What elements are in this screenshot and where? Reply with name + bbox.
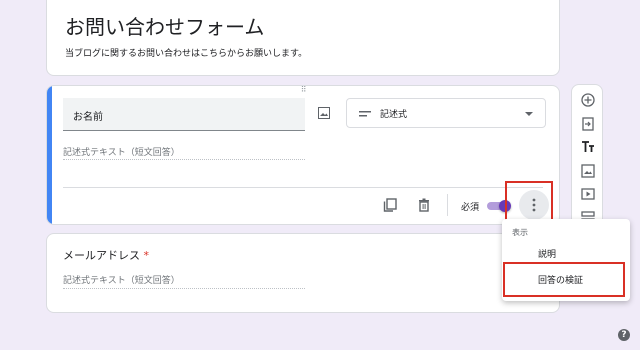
answer-placeholder: 記述式テキスト（短文回答） — [63, 273, 305, 289]
question-type-label: 記述式 — [380, 110, 408, 120]
side-toolbar — [571, 84, 603, 234]
more-button-highlight — [505, 181, 553, 224]
menu-item-description[interactable]: 説明 — [502, 243, 630, 263]
add-image-icon[interactable] — [581, 164, 595, 178]
question-type-select[interactable]: 記述式 — [346, 98, 546, 128]
required-label: 必須 — [461, 203, 480, 213]
footer-separator — [447, 194, 448, 216]
chevron-down-icon — [525, 112, 533, 116]
answer-placeholder: 記述式テキスト（短文回答） — [63, 142, 305, 160]
question-title-text: メールアドレス — [63, 249, 140, 262]
add-question-icon[interactable] — [581, 93, 595, 107]
form-header-card: お問い合わせフォーム 当ブログに関するお問い合わせはこちらからお願いします。 — [46, 0, 560, 76]
short-answer-icon — [359, 111, 371, 117]
question-card-email[interactable]: メールアドレス * 記述式テキスト（短文回答） — [46, 233, 560, 313]
validation-highlight — [503, 262, 625, 297]
required-asterisk: * — [143, 249, 150, 262]
drag-handle-icon[interactable]: ⠿ — [297, 86, 311, 94]
footer-divider — [63, 187, 543, 188]
form-title[interactable]: お問い合わせフォーム — [65, 11, 264, 40]
delete-icon[interactable] — [417, 198, 431, 212]
form-description[interactable]: 当ブログに関するお問い合わせはこちらからお願いします。 — [65, 46, 307, 59]
add-title-icon[interactable] — [581, 140, 595, 154]
duplicate-icon[interactable] — [383, 198, 397, 212]
menu-section-label: 表示 — [512, 228, 528, 237]
question-title: メールアドレス * — [63, 247, 149, 263]
add-image-icon[interactable] — [318, 107, 330, 119]
question-card-name[interactable]: ⠿ お名前 記述式 記述式テキスト（短文回答） 必須 — [46, 85, 560, 225]
question-title-input[interactable]: お名前 — [63, 98, 305, 131]
add-video-icon[interactable] — [581, 187, 595, 201]
import-questions-icon[interactable] — [581, 117, 595, 131]
help-icon[interactable]: ? — [618, 329, 630, 341]
